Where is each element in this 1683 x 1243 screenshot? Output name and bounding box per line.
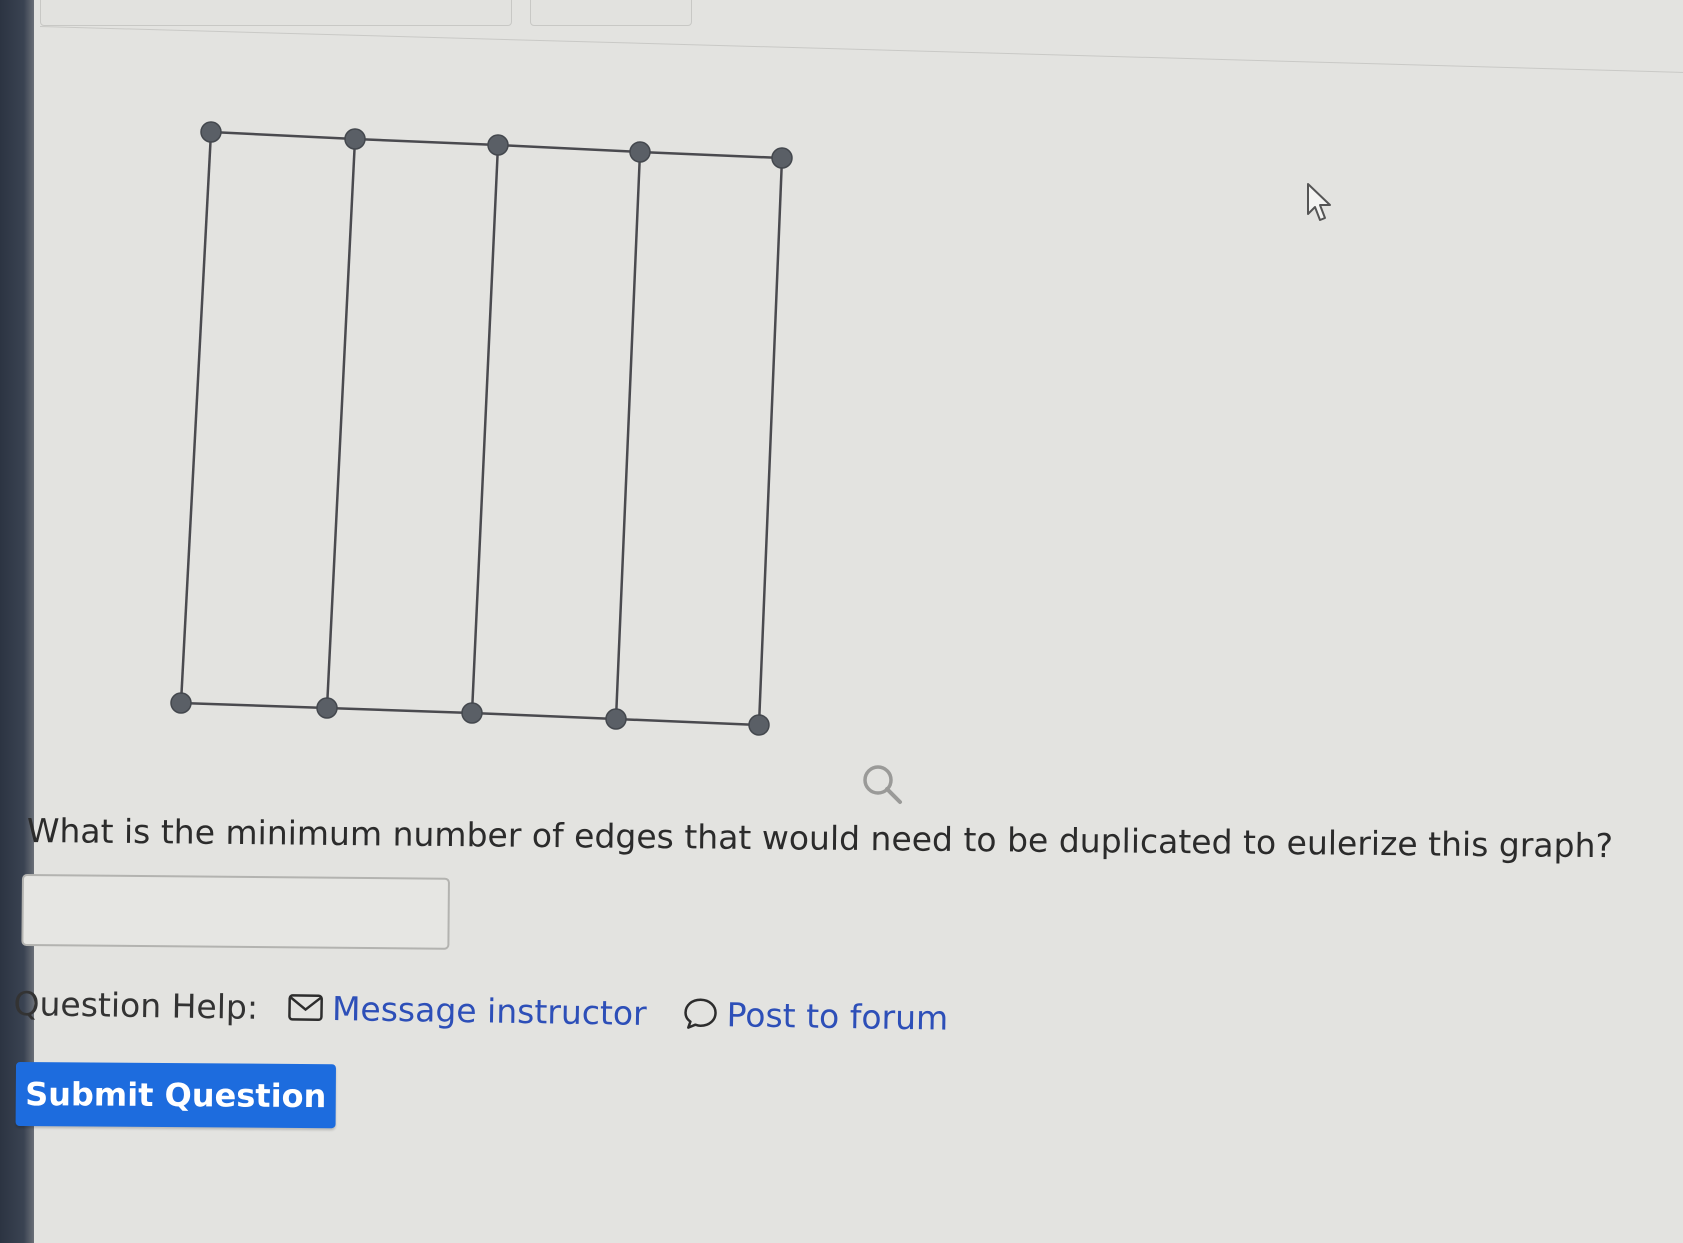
graph-vertex [316, 697, 338, 719]
graph-edge [497, 143, 641, 154]
question-help-label: Question Help: [13, 983, 259, 1027]
graph-edge [471, 711, 617, 721]
graph-vertex [170, 692, 192, 714]
mouse-cursor-icon [1307, 183, 1331, 221]
graph-vertex [200, 121, 222, 143]
message-instructor-link[interactable]: Message instructor [288, 988, 647, 1033]
magnifier-icon[interactable] [860, 762, 904, 806]
submit-question-button[interactable]: Submit Question [15, 1062, 336, 1129]
graph-vertex [605, 708, 627, 730]
graph-figure [170, 121, 793, 736]
graph-edge [325, 138, 357, 709]
graph-edge [470, 144, 500, 714]
post-to-forum-label: Post to forum [726, 994, 949, 1038]
graph-edge [326, 706, 473, 715]
graph-edge [210, 130, 356, 141]
post-to-forum-link[interactable]: Post to forum [682, 994, 949, 1038]
graph-edge [615, 717, 760, 727]
graph-vertex [487, 134, 509, 156]
message-instructor-label: Message instructor [331, 988, 647, 1033]
graph-edge [180, 701, 328, 710]
speech-bubble-icon [684, 998, 717, 1029]
envelope-icon [288, 994, 324, 1022]
graph-edge [639, 150, 783, 160]
graph-vertex [748, 714, 770, 736]
graph-vertex [629, 141, 651, 163]
answer-input[interactable] [21, 874, 450, 950]
graph-vertex [344, 128, 366, 150]
graph-edge [179, 131, 213, 704]
graph-edge [614, 151, 642, 720]
graph-edge [757, 157, 784, 726]
graph-vertex [771, 147, 793, 169]
graph-edge [354, 137, 499, 147]
graph-vertex [461, 702, 483, 724]
